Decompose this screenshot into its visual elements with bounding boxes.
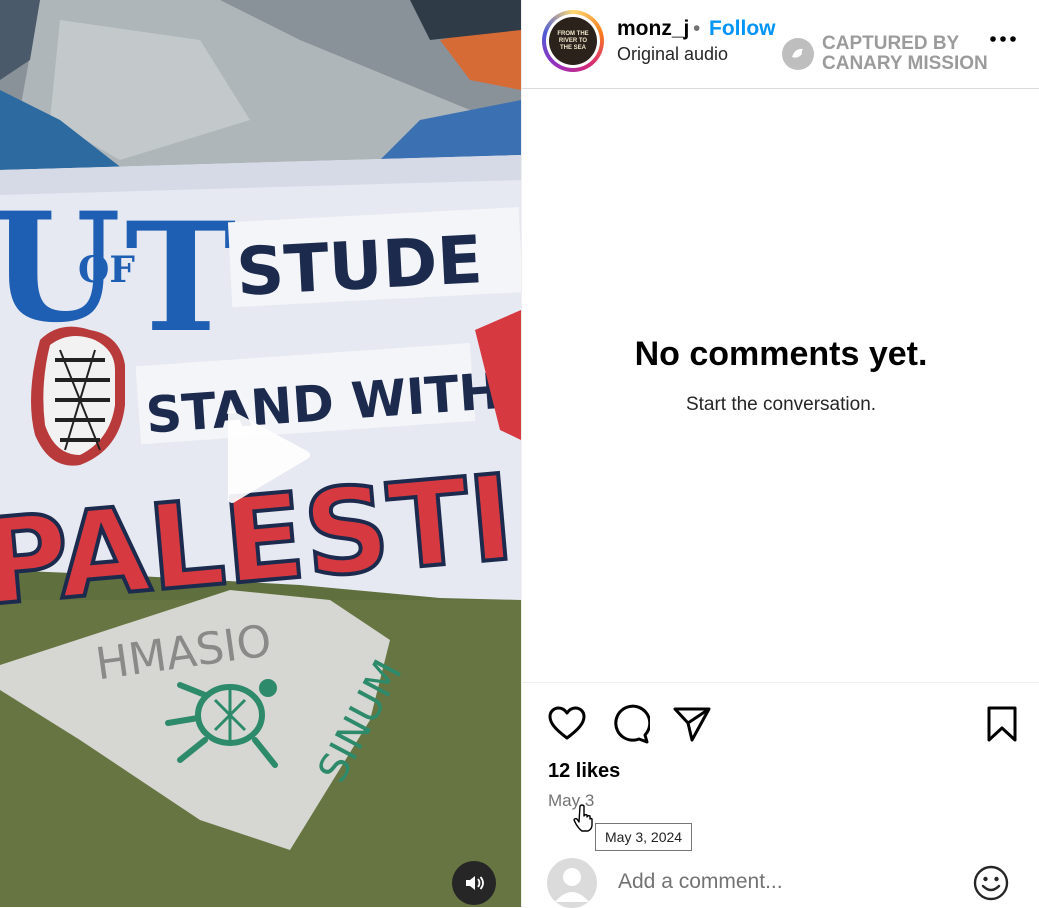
avatar-image: FROM THE RIVER TO THE SEA <box>549 17 597 65</box>
username-link[interactable]: monz_j <box>617 17 689 41</box>
watermark-line-1: CAPTURED BY <box>822 33 960 54</box>
comment-input[interactable] <box>618 870 918 894</box>
comments-list: No comments yet. Start the conversation. <box>522 89 1039 683</box>
user-avatar <box>547 858 597 908</box>
hand-cursor-icon <box>573 804 593 832</box>
share-button[interactable] <box>672 704 712 744</box>
volume-icon <box>466 876 484 890</box>
banner-letter-t: T <box>125 190 237 366</box>
empty-comments-subtitle: Start the conversation. <box>685 394 877 415</box>
play-icon[interactable] <box>210 405 314 509</box>
likes-count[interactable]: 12 likes <box>548 760 620 783</box>
avatar[interactable]: FROM THE RIVER TO THE SEA <box>542 10 604 72</box>
audio-link[interactable]: Original audio <box>617 44 728 65</box>
like-button[interactable] <box>547 704 587 744</box>
post-sidebar: FROM THE RIVER TO THE SEA monz_j • Follo… <box>521 0 1039 908</box>
date-tooltip: May 3, 2024 <box>595 823 693 851</box>
emoji-icon <box>973 865 1009 901</box>
comment-button[interactable] <box>610 704 652 744</box>
watermark: CAPTURED BY CANARY MISSION <box>782 34 988 74</box>
follow-button[interactable]: Follow <box>709 17 776 41</box>
send-icon <box>673 707 711 742</box>
heart-icon <box>548 706 586 740</box>
more-horizontal-icon[interactable] <box>988 24 1018 54</box>
post-video[interactable]: U OF T STUDE STAND WITH PALESTI HMASIO S… <box>0 0 521 907</box>
save-button[interactable] <box>982 704 1022 744</box>
post-header: FROM THE RIVER TO THE SEA monz_j • Follo… <box>522 0 1039 89</box>
watermark-line-2: CANARY MISSION <box>822 53 988 74</box>
comment-composer <box>522 852 1039 908</box>
banner-word-students: STUDE <box>235 221 485 311</box>
emoji-button[interactable] <box>972 864 1010 902</box>
bookmark-icon <box>987 706 1017 742</box>
volume-button[interactable] <box>452 861 496 905</box>
separator-dot: • <box>693 17 701 40</box>
comment-icon <box>614 704 652 744</box>
empty-comments-title: No comments yet. <box>634 335 928 373</box>
canary-logo-icon <box>782 38 814 70</box>
